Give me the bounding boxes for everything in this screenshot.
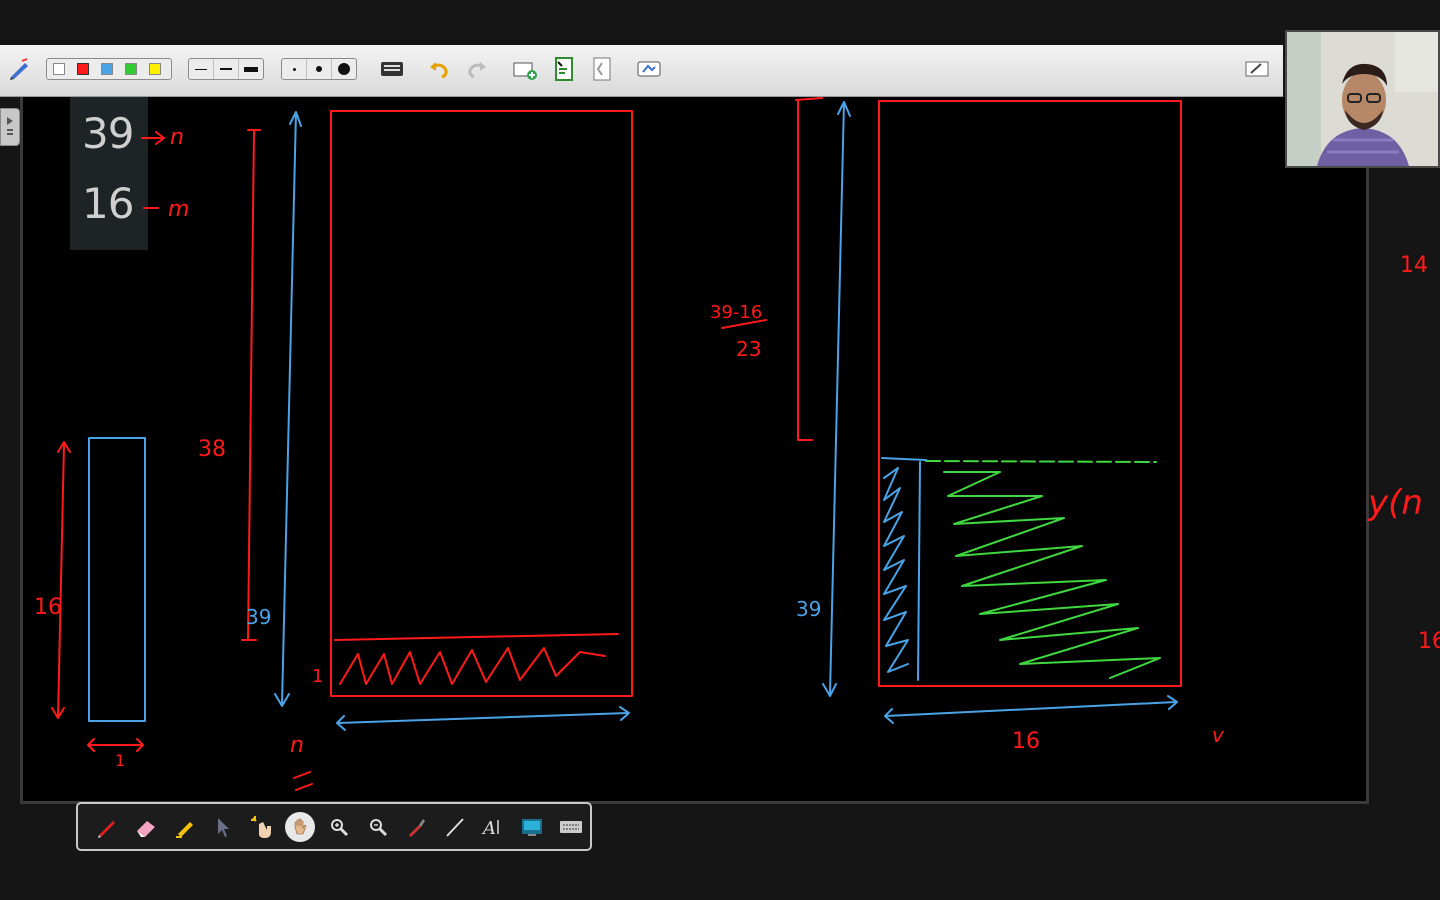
text-icon[interactable]: A xyxy=(474,807,513,846)
magic-hand-icon[interactable] xyxy=(242,807,281,846)
left-container xyxy=(330,110,633,697)
arrow-width-left xyxy=(336,706,630,731)
label-16-left: 16 xyxy=(34,595,62,620)
pointer-icon[interactable] xyxy=(204,807,243,846)
label-39-left: 39 xyxy=(246,605,271,629)
eraser-icon[interactable] xyxy=(127,807,166,846)
arrow-width-1 xyxy=(87,738,144,752)
label-n-bottom: n xyxy=(290,733,304,758)
keyboard-icon[interactable] xyxy=(551,807,590,846)
dropper-icon[interactable] xyxy=(397,807,436,846)
bracket-23 xyxy=(795,97,823,441)
small-tube xyxy=(88,437,146,722)
label-38: 38 xyxy=(198,437,226,462)
arrow-height-16 xyxy=(51,441,71,719)
pen-icon[interactable] xyxy=(88,807,127,846)
label-yn-edge: y(n xyxy=(1367,483,1423,523)
bottom-tool-palette: A xyxy=(76,802,592,851)
blue-column-scribble xyxy=(883,467,909,673)
label-14-edge: 14 xyxy=(1400,253,1428,278)
label-n: n xyxy=(170,125,184,150)
label-1-width: 1 xyxy=(115,751,125,770)
right-container xyxy=(878,100,1182,687)
arrow-width-right xyxy=(884,695,1178,724)
bracket-38 xyxy=(241,129,261,641)
zoom-out-icon[interactable] xyxy=(358,807,397,846)
zoom-in-icon[interactable] xyxy=(320,807,359,846)
label-16-right: 16 xyxy=(1012,729,1040,754)
hand-icon[interactable] xyxy=(281,807,320,846)
label-23: 23 xyxy=(736,337,761,361)
svg-text:A: A xyxy=(481,818,496,838)
left-fill-line xyxy=(334,633,619,641)
water-level-line xyxy=(925,460,1157,463)
left-fill-scribble xyxy=(339,647,606,685)
label-39-right: 39 xyxy=(796,597,821,621)
green-fill-scribble xyxy=(943,471,1161,679)
screen-icon[interactable] xyxy=(513,807,552,846)
label-39-16: 39-16 xyxy=(710,302,762,323)
hand-drawn-sketch: n m 16 1 38 39 1 n 39-16 23 39 16 v 14 y… xyxy=(34,97,1440,791)
arrow-height-39-left xyxy=(274,111,302,707)
label-16-edge: 16 xyxy=(1418,629,1440,654)
label-v: v xyxy=(1212,723,1225,747)
highlighter-icon[interactable] xyxy=(165,807,204,846)
arrow-to-n xyxy=(141,131,165,145)
line-icon[interactable] xyxy=(435,807,474,846)
arrow-height-39-right xyxy=(822,101,851,697)
label-1-small: 1 xyxy=(312,666,323,687)
label-m: m xyxy=(168,197,189,222)
webcam-video xyxy=(1285,30,1440,168)
equals-mark xyxy=(293,771,313,791)
